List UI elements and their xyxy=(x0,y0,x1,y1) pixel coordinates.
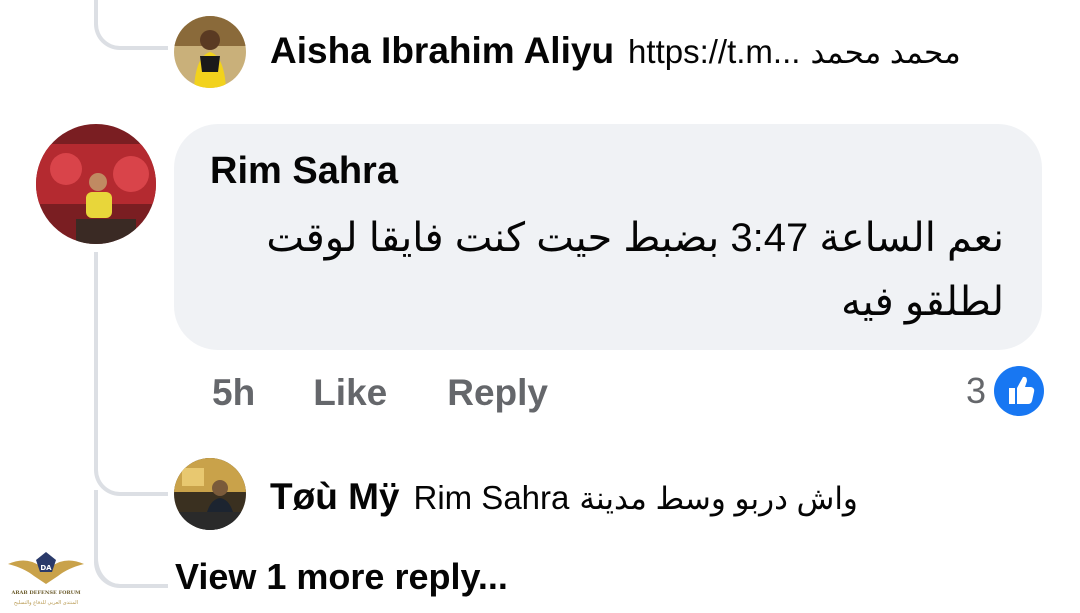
comment-timestamp[interactable]: 5h xyxy=(212,372,255,414)
avatar-rim-sahra-image xyxy=(36,124,156,244)
thread-connector-top xyxy=(94,0,168,50)
avatar-rim-sahra[interactable] xyxy=(36,124,156,244)
reply-mention[interactable]: https://t.m... xyxy=(628,33,800,71)
comment-actions: 5h Like Reply xyxy=(212,372,608,414)
reply-mention[interactable]: Rim Sahra xyxy=(413,479,569,517)
reaction-summary[interactable]: 3 xyxy=(966,366,1044,416)
avatar-aisha-image xyxy=(174,16,246,88)
reply-text: واش دربو وسط مدينة xyxy=(579,481,858,516)
comment-text: نعم الساعة 3:47 بضبط حيت كنت فايقا لوقت … xyxy=(266,216,1004,324)
watermark-line1: ARAB DEFENSE FORUM xyxy=(10,590,81,596)
comment-bubble[interactable]: Rim Sahra نعم الساعة 3:47 بضبط حيت كنت ف… xyxy=(174,124,1042,350)
reply-text: محمد محمد xyxy=(810,35,961,70)
view-more-replies-link[interactable]: View 1 more reply... xyxy=(175,556,508,598)
reaction-count: 3 xyxy=(965,370,986,411)
comment-author[interactable]: Rim Sahra xyxy=(210,150,398,193)
reply-author[interactable]: Aisha Ibrahim Aliyu xyxy=(270,30,614,72)
reply-button[interactable]: Reply xyxy=(447,372,548,414)
avatar-tou-my[interactable] xyxy=(174,458,246,530)
avatar-aisha[interactable] xyxy=(174,16,246,88)
avatar-tou-my-image xyxy=(174,458,246,530)
reply-aisha: Aisha Ibrahim Aliyu https://t.m... محمد … xyxy=(270,30,961,72)
watermark-line2: المنتدى العربي للدفاع والتسليح xyxy=(14,600,78,606)
reply-author[interactable]: Tøù Mÿ xyxy=(270,476,399,518)
like-thumb-icon xyxy=(994,366,1044,416)
thread-connector-more-end xyxy=(94,520,168,588)
reply-tou-my: Tøù Mÿ Rim Sahra واش دربو وسط مدينة xyxy=(270,476,858,518)
watermark-logo: DA ARAB DEFENSE FORUM المنتدى العربي للد… xyxy=(6,546,86,608)
thread-connector-reply xyxy=(94,252,168,496)
like-button[interactable]: Like xyxy=(313,372,387,414)
watermark-initials: DA xyxy=(40,564,52,572)
